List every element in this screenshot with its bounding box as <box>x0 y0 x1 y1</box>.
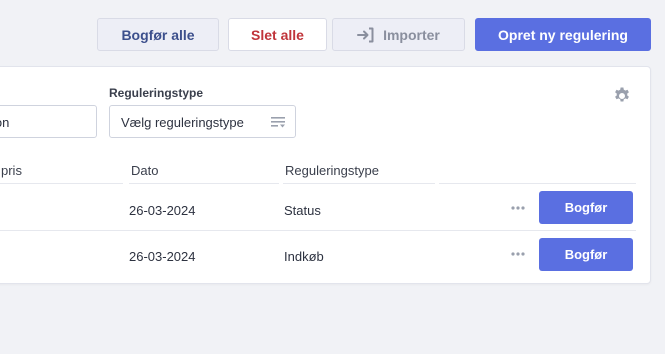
more-options-icon[interactable] <box>510 205 526 211</box>
header-divider <box>283 183 435 184</box>
row-2-post-button[interactable]: Bogfør <box>539 238 633 271</box>
column-header-price[interactable]: pris <box>1 163 22 178</box>
search-input[interactable]: ion <box>0 105 97 138</box>
header-divider <box>129 183 279 184</box>
filter-list-icon <box>271 117 285 128</box>
adjustment-type-placeholder: Vælg reguleringstype <box>121 115 244 130</box>
row-1-type: Status <box>284 203 321 218</box>
toolbar: Bogfør alle Slet alle Importer Opret ny … <box>0 18 665 51</box>
header-divider <box>0 183 123 184</box>
import-button[interactable]: Importer <box>332 18 465 51</box>
adjustment-type-select[interactable]: Vælg reguleringstype <box>109 105 296 138</box>
row-1-post-button[interactable]: Bogfør <box>539 191 633 224</box>
search-input-value: ion <box>0 115 10 130</box>
more-options-icon[interactable] <box>510 251 526 257</box>
row-divider <box>0 230 636 231</box>
post-all-button[interactable]: Bogfør alle <box>97 18 219 51</box>
adjustments-card: ion Reguleringstype Vælg reguleringstype… <box>0 66 651 284</box>
adjustment-type-label: Reguleringstype <box>109 86 204 100</box>
settings-gear-icon[interactable] <box>612 86 632 106</box>
header-divider <box>439 183 636 184</box>
import-icon <box>357 27 374 42</box>
delete-all-button[interactable]: Slet alle <box>228 18 327 51</box>
row-2-date: 26-03-2024 <box>129 249 196 264</box>
column-header-adjustment-type[interactable]: Reguleringstype <box>285 163 379 178</box>
row-2-type: Indkøb <box>284 249 324 264</box>
import-label: Importer <box>383 26 440 43</box>
column-header-date[interactable]: Dato <box>131 163 158 178</box>
create-adjustment-button[interactable]: Opret ny regulering <box>475 18 651 51</box>
row-1-date: 26-03-2024 <box>129 203 196 218</box>
